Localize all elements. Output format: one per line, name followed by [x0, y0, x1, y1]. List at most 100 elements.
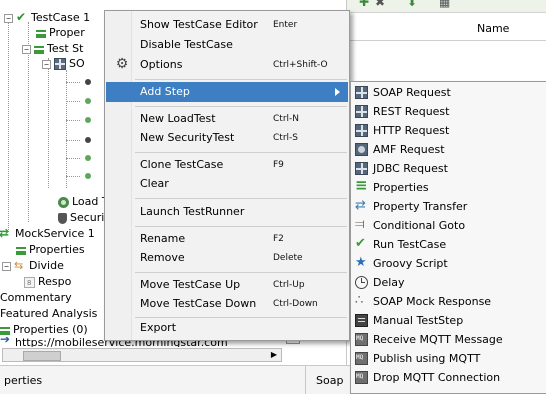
- tree-guide-line: [8, 22, 9, 232]
- menu-item-show-testcase-editor[interactable]: Show TestCase Editor Enter: [106, 15, 348, 35]
- mqtt-drop-icon: [355, 367, 368, 386]
- tree-node-security-test[interactable]: Securit: [58, 210, 109, 226]
- submenu-item-label: Property Transfer: [373, 200, 468, 213]
- horizontal-scrollbar[interactable]: ▶: [2, 348, 282, 362]
- menu-item-shortcut: Ctrl-N: [273, 114, 299, 124]
- tree-node-commentary[interactable]: Commentary: [0, 290, 72, 306]
- menu-item-clear[interactable]: Clear: [106, 174, 348, 194]
- tree-node-assertion[interactable]: [82, 132, 95, 148]
- submenu-item-label: Delay: [373, 276, 405, 289]
- menu-item-new-securitytest[interactable]: New SecurityTest Ctrl-S: [106, 128, 348, 148]
- tree-node-assertion[interactable]: [82, 74, 95, 90]
- submenu-item-property-transfer[interactable]: Property Transfer: [352, 196, 546, 216]
- properties-tab[interactable]: perties: [4, 374, 42, 387]
- menu-item-label: Remove: [140, 251, 185, 264]
- submenu-item-amf-request[interactable]: AMF Request: [352, 140, 546, 159]
- move-down-icon[interactable]: ⬇: [407, 0, 417, 9]
- tree-node-mock-response[interactable]: Respo: [24, 274, 71, 291]
- menu-item-label: Move TestCase Down: [140, 297, 257, 310]
- collapse-toggle-icon[interactable]: −: [4, 13, 13, 23]
- scrollbar-thumb[interactable]: [23, 351, 61, 361]
- properties-icon: [34, 46, 44, 54]
- column-header-name[interactable]: Name: [477, 22, 509, 35]
- submenu-item-label: Publish using MQTT: [373, 352, 481, 365]
- submenu-item-http-request[interactable]: HTTP Request: [352, 121, 546, 140]
- tree-node-featured-analysis[interactable]: Featured Analysis: [0, 306, 97, 322]
- tree-node-assertion[interactable]: [82, 93, 95, 109]
- submenu-item-manual-teststep[interactable]: Manual TestStep: [352, 311, 546, 330]
- tree-guide-line: [66, 140, 80, 141]
- submenu-item-delay[interactable]: Delay: [352, 273, 546, 292]
- add-icon[interactable]: ✚: [359, 0, 369, 9]
- menu-item-disable-testcase[interactable]: Disable TestCase: [106, 35, 348, 55]
- table-icon[interactable]: ▦: [439, 0, 450, 9]
- tree-node-assertion[interactable]: [82, 150, 95, 166]
- menu-item-remove[interactable]: Remove Delete: [106, 248, 348, 268]
- submenu-item-soap-mock-response[interactable]: SOAP Mock Response: [352, 291, 546, 311]
- tree-node-test-steps[interactable]: − Test St: [22, 41, 83, 57]
- submenu-item-jdbc-request[interactable]: JDBC Request: [352, 159, 546, 178]
- tree-node-mock-service[interactable]: MockService 1: [0, 225, 95, 242]
- testcase-context-menu: Show TestCase Editor Enter Disable TestC…: [104, 10, 350, 341]
- submenu-arrow-icon: [335, 88, 340, 96]
- submenu-item-publish-using-mqtt[interactable]: Publish using MQTT: [352, 348, 546, 368]
- menu-item-options[interactable]: ⚙ Options Ctrl+Shift-O: [106, 55, 348, 75]
- submenu-item-properties[interactable]: Properties: [352, 176, 546, 197]
- status-dot-icon: [85, 155, 91, 161]
- tree-guide-line: [66, 70, 67, 188]
- tree-guide-line: [48, 58, 49, 188]
- rest-request-icon: [355, 105, 368, 118]
- submenu-item-label: Drop MQTT Connection: [373, 371, 501, 384]
- menu-item-clone-testcase[interactable]: Clone TestCase F9: [106, 155, 348, 175]
- status-dot-icon: [85, 79, 91, 85]
- submenu-item-groovy-script[interactable]: Groovy Script: [352, 253, 546, 273]
- submenu-item-drop-mqtt-connection[interactable]: Drop MQTT Connection: [352, 367, 546, 387]
- menu-item-export[interactable]: Export: [106, 318, 348, 338]
- submenu-item-soap-request[interactable]: SOAP Request: [352, 83, 546, 102]
- menu-item-label: Clone TestCase: [140, 158, 224, 171]
- tree-node-assertion[interactable]: [82, 112, 95, 128]
- groovy-script-icon: [355, 253, 368, 272]
- submenu-item-label: HTTP Request: [373, 124, 450, 137]
- menu-item-label: Launch TestRunner: [140, 205, 245, 218]
- tree-node-label: Properties (0): [13, 323, 88, 336]
- menu-item-rename[interactable]: Rename F2: [106, 229, 348, 249]
- soap-tab[interactable]: Soap: [316, 374, 343, 387]
- submenu-item-label: SOAP Mock Response: [373, 295, 492, 308]
- tree-node-soap-step[interactable]: − SO: [42, 56, 85, 72]
- submenu-item-rest-request[interactable]: REST Request: [352, 102, 546, 121]
- tree-node-assertion[interactable]: [82, 168, 95, 184]
- menu-item-shortcut: Ctrl-Up: [273, 280, 305, 290]
- tree-node-label: Proper: [49, 26, 85, 39]
- submenu-item-conditional-goto[interactable]: Conditional Goto: [352, 215, 546, 235]
- menu-item-add-step[interactable]: Add Step: [106, 82, 348, 102]
- menu-item-shortcut: F9: [273, 160, 284, 170]
- mqtt-publish-icon: [355, 348, 368, 367]
- tree-node-label: SO: [69, 57, 85, 70]
- delete-icon[interactable]: ✖: [375, 0, 385, 9]
- submenu-item-label: JDBC Request: [373, 162, 448, 175]
- collapse-toggle-icon[interactable]: −: [42, 59, 51, 69]
- menu-item-new-loadtest[interactable]: New LoadTest Ctrl-N: [106, 109, 348, 129]
- tree-node-load-test[interactable]: Load T: [58, 194, 109, 210]
- submenu-item-receive-mqtt-message[interactable]: Receive MQTT Message: [352, 329, 546, 349]
- submenu-item-label: AMF Request: [373, 143, 445, 156]
- submenu-item-label: Manual TestStep: [373, 314, 464, 327]
- tree-node-properties[interactable]: Proper: [36, 25, 85, 41]
- tree-node-divide[interactable]: − Divide: [2, 258, 64, 274]
- tree-node-testcase[interactable]: − TestCase 1: [4, 9, 90, 26]
- tree-node-project-properties[interactable]: Properties (0): [0, 322, 88, 338]
- status-dot-icon: [85, 137, 91, 143]
- tree-node-mock-properties[interactable]: Properties: [16, 242, 85, 258]
- menu-item-label: Rename: [140, 232, 186, 245]
- panel-divider[interactable]: [305, 366, 306, 394]
- collapse-toggle-icon[interactable]: −: [22, 44, 31, 54]
- menu-item-move-testcase-up[interactable]: Move TestCase Up Ctrl-Up: [106, 275, 348, 295]
- menu-item-launch-testrunner[interactable]: Launch TestRunner: [106, 202, 348, 222]
- properties-icon: [355, 176, 368, 195]
- scroll-right-icon[interactable]: ▶: [268, 350, 280, 360]
- menu-item-move-testcase-down[interactable]: Move TestCase Down Ctrl-Down: [106, 294, 348, 314]
- submenu-item-run-testcase[interactable]: Run TestCase: [352, 234, 546, 254]
- tree-node-label: Properties: [29, 243, 85, 256]
- collapse-toggle-icon[interactable]: −: [2, 261, 11, 271]
